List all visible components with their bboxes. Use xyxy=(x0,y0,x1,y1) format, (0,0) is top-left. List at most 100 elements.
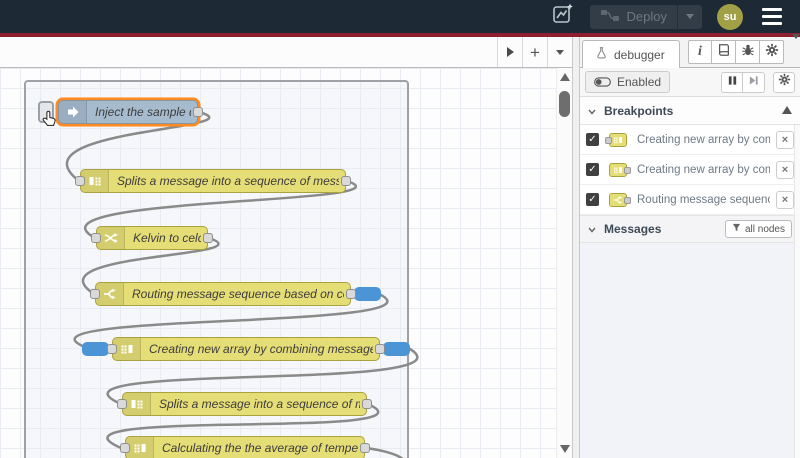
node-label: Creating new array by combining message … xyxy=(149,342,373,356)
breakpoint-row: ✓ Creating new array by combining message… xyxy=(580,125,800,155)
step-forward-icon xyxy=(748,73,759,91)
breakpoint-row: ✓ Routing message sequence based on condi… xyxy=(580,185,800,215)
node-input-port[interactable] xyxy=(75,176,85,186)
node-output-port[interactable] xyxy=(203,233,213,243)
node-label: Calculating the the average of temperatu… xyxy=(162,441,358,455)
main-menu-button[interactable] xyxy=(758,4,786,29)
chevron-down-icon xyxy=(792,34,800,56)
help-tab-button[interactable] xyxy=(712,40,736,64)
mouse-cursor-icon xyxy=(39,108,61,135)
debugger-toolbar: Enabled xyxy=(580,68,800,97)
canvas-vertical-scrollbar[interactable] xyxy=(556,68,572,458)
node-input-port[interactable] xyxy=(120,443,130,453)
ai-assistant-button[interactable] xyxy=(551,2,575,31)
join-mini-icon xyxy=(605,162,631,177)
bug-icon xyxy=(741,43,755,62)
breakpoints-list: ✓ Creating new array by combining message… xyxy=(580,125,800,215)
remove-breakpoint-button[interactable]: × xyxy=(776,160,794,179)
step-button[interactable] xyxy=(743,71,765,93)
message-filter-button[interactable]: all nodes xyxy=(724,220,792,238)
sidebar-options-button[interactable] xyxy=(792,34,800,57)
node-output-port[interactable] xyxy=(375,344,385,354)
gear-icon xyxy=(778,73,791,91)
chevron-down-icon xyxy=(686,14,694,19)
node-input-port[interactable] xyxy=(117,399,127,409)
wire[interactable] xyxy=(364,446,412,458)
inject-node-icon xyxy=(59,101,87,123)
scroll-up-arrow-icon[interactable] xyxy=(560,73,570,81)
info-icon: i xyxy=(698,44,702,59)
join-node-icon xyxy=(126,437,154,458)
deploy-button-group: Deploy xyxy=(589,4,702,29)
scroll-up-indicator-icon[interactable] xyxy=(782,106,792,114)
node-join2[interactable]: Calculating the the average of temperatu… xyxy=(120,436,370,458)
workspace: + Inject the sample dataSplits a m xyxy=(0,37,572,458)
node-output-port[interactable] xyxy=(362,399,372,409)
node-output-port[interactable] xyxy=(346,289,356,299)
node-output-port[interactable] xyxy=(341,176,351,186)
sidebar-tab-buttons: i xyxy=(688,40,784,64)
flow-canvas[interactable]: Inject the sample data Splits a message i… xyxy=(0,68,556,458)
node-join1[interactable]: Creating new array by combining message … xyxy=(82,337,410,361)
breakpoint-marker-output[interactable] xyxy=(383,342,410,356)
ai-flow-icon xyxy=(551,2,575,31)
node-input-port[interactable] xyxy=(91,233,101,243)
breakpoint-label: Creating new array by combining message … xyxy=(637,133,770,146)
enabled-label: Enabled xyxy=(617,75,662,89)
scroll-down-arrow-icon[interactable] xyxy=(560,445,570,453)
user-avatar[interactable]: su xyxy=(717,3,743,30)
add-flow-button[interactable]: + xyxy=(522,37,547,67)
panel-resize-handle[interactable] xyxy=(572,37,580,458)
breakpoint-marker-input[interactable] xyxy=(82,342,109,356)
change-node-icon xyxy=(97,227,125,249)
breakpoints-section-header[interactable]: Breakpoints xyxy=(580,97,800,125)
node-input-port[interactable] xyxy=(90,289,100,299)
deploy-label: Deploy xyxy=(626,9,667,24)
messages-title: Messages xyxy=(604,222,662,236)
node-label: Inject the sample data xyxy=(95,105,191,119)
tab-label: debugger xyxy=(614,47,665,62)
deploy-options-button[interactable] xyxy=(677,4,702,29)
node-label: Splits a message into a sequence of mess… xyxy=(117,174,339,188)
switch-node-icon xyxy=(96,283,124,305)
node-input-port[interactable] xyxy=(107,344,117,354)
header-bar: Deploy su xyxy=(0,0,800,33)
switch-mini-icon xyxy=(605,192,631,207)
breakpoint-checkbox[interactable]: ✓ xyxy=(586,133,599,146)
pause-button[interactable] xyxy=(721,71,743,93)
tab-debugger[interactable]: debugger xyxy=(582,40,680,68)
pause-icon xyxy=(727,73,738,91)
sidebar-panel: debugger i Enabled Breakpoints ✓ Creatin… xyxy=(580,34,800,458)
debug-tab-button[interactable] xyxy=(736,40,760,64)
info-tab-button[interactable]: i xyxy=(688,40,712,64)
debugger-settings-button[interactable] xyxy=(773,71,795,93)
flow-list-button[interactable] xyxy=(547,37,572,67)
node-split2[interactable]: Splits a message into a sequence of mess… xyxy=(117,392,372,416)
breakpoint-checkbox[interactable]: ✓ xyxy=(586,193,599,206)
messages-section-header[interactable]: Messages all nodes xyxy=(580,215,800,243)
remove-breakpoint-button[interactable]: × xyxy=(776,130,794,149)
node-change1[interactable]: Kelvin to celcius xyxy=(91,226,213,250)
node-output-port[interactable] xyxy=(193,107,203,117)
deploy-button[interactable]: Deploy xyxy=(590,5,677,29)
breakpoint-checkbox[interactable]: ✓ xyxy=(586,163,599,176)
node-switch1[interactable]: Routing message sequence based on condit… xyxy=(90,282,381,306)
debugger-enabled-toggle[interactable]: Enabled xyxy=(585,71,671,93)
tab-scroll-right-button[interactable] xyxy=(497,37,522,67)
hamburger-icon xyxy=(762,8,782,11)
split-node-icon xyxy=(123,393,151,415)
breakpoint-marker-output[interactable] xyxy=(354,287,381,301)
pause-step-group xyxy=(721,71,765,93)
scrollbar-thumb[interactable] xyxy=(559,91,570,117)
node-split1[interactable]: Splits a message into a sequence of mess… xyxy=(75,169,351,193)
remove-breakpoint-button[interactable]: × xyxy=(776,190,794,209)
node-inject1[interactable]: Inject the sample data xyxy=(38,100,203,126)
chevron-down-icon xyxy=(588,220,596,238)
join-mini-icon xyxy=(605,132,631,147)
node-output-port[interactable] xyxy=(360,443,370,453)
node-label: Routing message sequence based on condit… xyxy=(132,287,344,301)
panel-scrollbar-track[interactable] xyxy=(794,125,800,458)
book-icon xyxy=(717,43,731,62)
config-tab-button[interactable] xyxy=(760,40,784,64)
split-node-icon xyxy=(81,170,109,192)
